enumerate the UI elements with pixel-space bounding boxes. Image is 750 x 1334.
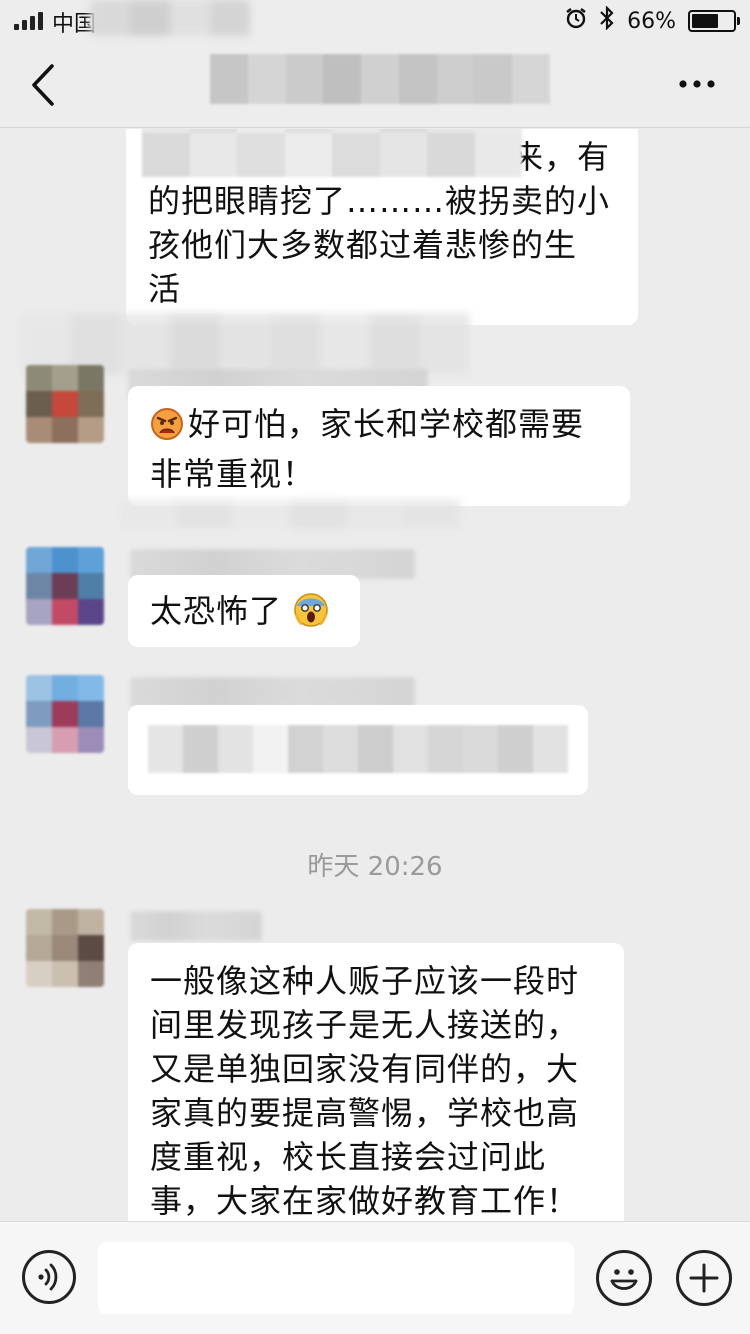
voice-button[interactable]: [22, 1250, 76, 1304]
message-text: 太恐怖了: [150, 592, 283, 630]
avatar[interactable]: [26, 909, 104, 987]
angry-face-icon: [150, 407, 184, 452]
chat-title-blurred: [210, 54, 550, 104]
input-bar: [0, 1221, 750, 1334]
message-input[interactable]: [98, 1242, 574, 1314]
voice-icon: [38, 1263, 58, 1291]
message-blur: [148, 725, 568, 773]
more-button[interactable]: [672, 62, 722, 106]
message-line: 间里发现孩子是无人接送的，: [150, 1006, 580, 1044]
message-line: 事，大家在家做好教育工作！: [150, 1182, 580, 1220]
smiley-icon: [610, 1269, 638, 1290]
message-blur: [142, 129, 522, 177]
avatar[interactable]: [26, 547, 104, 625]
message-text: 好可怕，家长和学校都需要: [188, 405, 585, 443]
ellipsis-icon: [679, 80, 715, 88]
chevron-left-icon: [32, 64, 54, 106]
message-bubble[interactable]: 好可怕，家长和学校都需要 非常重视！: [128, 386, 630, 506]
message-line: 的把眼睛挖了………被拐卖的小: [148, 182, 611, 220]
bluetooth-icon: [599, 5, 615, 36]
status-right: 66%: [565, 5, 740, 36]
battery-percent: 66%: [627, 8, 676, 34]
alarm-icon: [565, 7, 587, 35]
message-bubble-blurred[interactable]: [128, 705, 588, 795]
status-bar: 中国 66%: [0, 0, 750, 40]
screaming-face-icon: [293, 592, 329, 639]
avatar[interactable]: [26, 365, 104, 443]
message-line: 好可怕，家长和学校都需要: [150, 402, 608, 452]
back-button[interactable]: [22, 60, 72, 110]
battery-icon: [688, 10, 740, 32]
message-bubble[interactable]: 一般像这种人贩子应该一段时 间里发现孩子是无人接送的， 又是单独回家没有同伴的，…: [128, 943, 624, 1221]
signal-icon: [14, 12, 43, 30]
sender-name-blurred: [130, 677, 415, 707]
message-line: 非常重视！: [150, 455, 316, 493]
emoji-button[interactable]: [596, 1250, 652, 1306]
message-timestamp: 昨天 20:26: [307, 852, 443, 882]
plus-button[interactable]: [676, 1250, 732, 1306]
status-blur: [90, 0, 250, 36]
message-bubble[interactable]: 来，有 的把眼睛挖了………被拐卖的小 孩他们大多数都过着悲惨的生 活: [126, 129, 638, 325]
message-line: 活: [148, 270, 182, 308]
message-line: 孩他们大多数都过着悲惨的生: [148, 226, 578, 264]
message-line: 家真的要提高警惕，学校也高: [150, 1094, 580, 1132]
nav-bar: [0, 40, 750, 128]
chat-screen: 中国 66% 来，有 的把眼睛挖了………被拐卖的小 孩他们大多数都过着悲惨的生 …: [0, 0, 750, 1334]
message-bubble[interactable]: 太恐怖了: [128, 575, 360, 647]
message-line: 又是单独回家没有同伴的，大: [150, 1050, 580, 1088]
avatar[interactable]: [26, 675, 104, 753]
message-line: 度重视，校长直接会过问此: [150, 1138, 547, 1176]
separator-blur: [120, 499, 460, 529]
message-line: 一般像这种人贩子应该一段时: [150, 962, 580, 1000]
sender-name-blurred: [130, 911, 262, 941]
plus-icon: [689, 1263, 719, 1293]
chat-area: 来，有 的把眼睛挖了………被拐卖的小 孩他们大多数都过着悲惨的生 活 好可怕，家…: [0, 129, 750, 1221]
